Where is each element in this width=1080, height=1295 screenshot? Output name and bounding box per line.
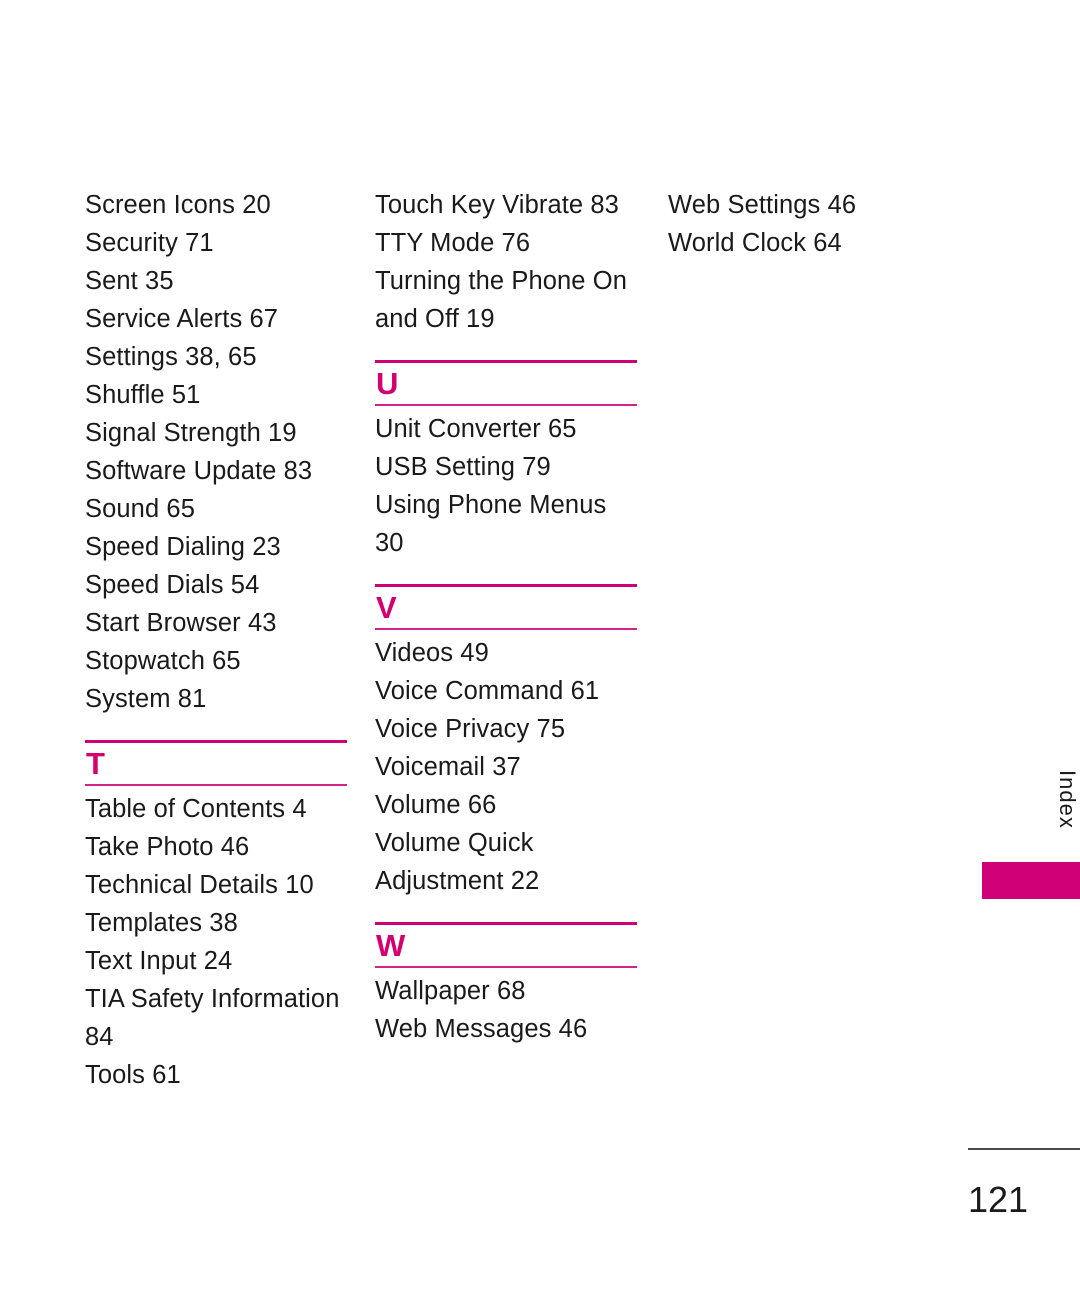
- index-entry[interactable]: Videos 49: [375, 634, 637, 672]
- index-entry[interactable]: Turning the Phone On and Off 19: [375, 262, 637, 338]
- index-entry[interactable]: World Clock 64: [668, 224, 930, 262]
- index-entry[interactable]: Speed Dialing 23: [85, 528, 347, 566]
- index-entry[interactable]: Voice Command 61: [375, 672, 637, 710]
- entry-group: Unit Converter 65 USB Setting 79 Using Pho…: [375, 410, 637, 562]
- index-entry[interactable]: TTY Mode 76: [375, 224, 637, 262]
- index-entry[interactable]: Service Alerts 67: [85, 300, 347, 338]
- letter-section-header: W: [375, 922, 637, 968]
- letter-glyph: U: [376, 366, 399, 401]
- index-entry[interactable]: Voice Privacy 75: [375, 710, 637, 748]
- index-entry[interactable]: Screen Icons 20: [85, 186, 347, 224]
- index-page: Screen Icons 20 Security 71 Sent 35 Service…: [0, 0, 1080, 1295]
- index-entry[interactable]: Unit Converter 65: [375, 410, 637, 448]
- letter-section-header: T: [85, 740, 347, 786]
- index-entry[interactable]: Shuffle 51: [85, 376, 347, 414]
- index-entry[interactable]: Take Photo 46: [85, 828, 347, 866]
- entry-group: Videos 49 Voice Command 61 Voice Privacy 7…: [375, 634, 637, 900]
- entry-group: Table of Contents 4 Take Photo 46 Technica…: [85, 790, 347, 1094]
- index-entry[interactable]: Start Browser 43: [85, 604, 347, 642]
- index-entry[interactable]: Text Input 24: [85, 942, 347, 980]
- index-entry[interactable]: Using Phone Menus 30: [375, 486, 637, 562]
- index-entry[interactable]: Speed Dials 54: [85, 566, 347, 604]
- letter-section-header: U: [375, 360, 637, 406]
- index-entry[interactable]: Security 71: [85, 224, 347, 262]
- letter-rule-bottom: [375, 628, 637, 630]
- index-column-3: Web Settings 46 World Clock 64: [668, 186, 930, 262]
- letter-rule-bottom: [375, 404, 637, 406]
- index-entry[interactable]: Tools 61: [85, 1056, 347, 1094]
- index-entry[interactable]: Templates 38: [85, 904, 347, 942]
- side-tab-color-bar: [982, 862, 1080, 899]
- letter-glyph: W: [376, 928, 406, 963]
- index-entry[interactable]: TIA Safety Information 84: [85, 980, 347, 1056]
- index-entry[interactable]: Web Settings 46: [668, 186, 930, 224]
- letter-section-header: V: [375, 584, 637, 630]
- index-entry[interactable]: Table of Contents 4: [85, 790, 347, 828]
- page-number: 121: [968, 1179, 1029, 1220]
- letter-rule-bottom: [85, 784, 347, 786]
- index-entry[interactable]: Settings 38, 65: [85, 338, 347, 376]
- letter-glyph: V: [376, 590, 398, 625]
- index-entry[interactable]: Stopwatch 65: [85, 642, 347, 680]
- index-entry[interactable]: Wallpaper 68: [375, 972, 637, 1010]
- index-entry[interactable]: Signal Strength 19: [85, 414, 347, 452]
- entry-group: Wallpaper 68 Web Messages 46: [375, 972, 637, 1048]
- index-entry[interactable]: Technical Details 10: [85, 866, 347, 904]
- index-entry[interactable]: Voicemail 37: [375, 748, 637, 786]
- index-entry[interactable]: Sound 65: [85, 490, 347, 528]
- entry-group: Web Settings 46 World Clock 64: [668, 186, 930, 262]
- entry-group: Screen Icons 20 Security 71 Sent 35 Service…: [85, 186, 347, 718]
- index-column-2: Touch Key Vibrate 83 TTY Mode 76 Turning t…: [375, 186, 637, 1048]
- footer-rule: [968, 1148, 1080, 1150]
- index-column-1: Screen Icons 20 Security 71 Sent 35 Service…: [85, 186, 347, 1094]
- index-entry[interactable]: System 81: [85, 680, 347, 718]
- index-entry[interactable]: Web Messages 46: [375, 1010, 637, 1048]
- index-entry[interactable]: Sent 35: [85, 262, 347, 300]
- index-entry[interactable]: Touch Key Vibrate 83: [375, 186, 637, 224]
- letter-glyph: T: [86, 746, 106, 781]
- index-entry[interactable]: USB Setting 79: [375, 448, 637, 486]
- letter-rule-bottom: [375, 966, 637, 968]
- side-tab-label: Index: [1055, 770, 1080, 829]
- index-entry[interactable]: Volume Quick Adjustment 22: [375, 824, 637, 900]
- index-entry[interactable]: Software Update 83: [85, 452, 347, 490]
- entry-group: Touch Key Vibrate 83 TTY Mode 76 Turning t…: [375, 186, 637, 338]
- index-entry[interactable]: Volume 66: [375, 786, 637, 824]
